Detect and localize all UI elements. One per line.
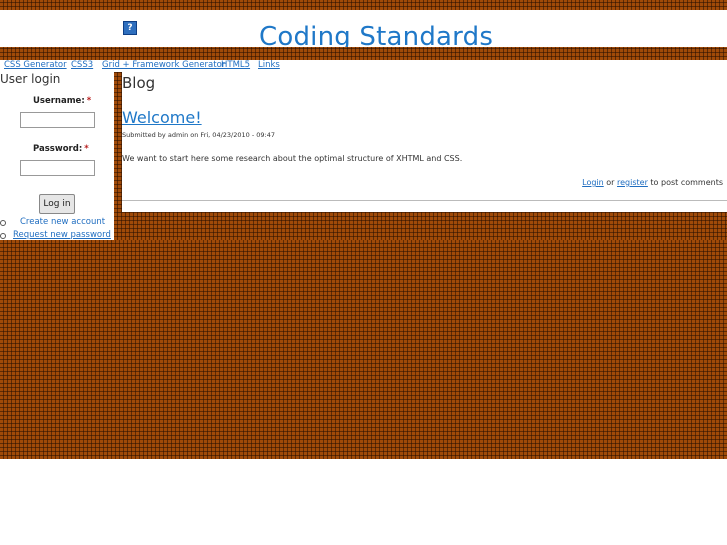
required-marker: *	[84, 144, 89, 154]
post-title-link[interactable]: Welcome!	[122, 108, 202, 127]
nav-item-css-generator[interactable]: CSS Generator	[4, 60, 67, 71]
password-label-text: Password:	[33, 144, 83, 154]
list-bullet	[0, 233, 6, 239]
header: ? Coding Standards	[0, 10, 727, 56]
login-link[interactable]: Login	[582, 178, 604, 187]
main-content: Blog Welcome! Submitted by admin on Fri,…	[122, 72, 727, 212]
login-title: User login	[0, 72, 61, 86]
login-button[interactable]: Log in	[39, 194, 75, 214]
or-text: or	[606, 178, 615, 187]
list-bullet	[0, 220, 6, 226]
post-divider	[122, 200, 727, 201]
user-login-block: User login Username: * Password: * Log in …	[0, 72, 114, 240]
username-label: Username: *	[33, 96, 91, 106]
required-marker: *	[86, 96, 92, 106]
register-link[interactable]: register	[617, 178, 648, 187]
create-account-link[interactable]: Create new account	[20, 217, 105, 227]
help-icon[interactable]: ?	[123, 21, 137, 35]
username-label-text: Username:	[33, 96, 85, 106]
nav-item-css3[interactable]: CSS3	[71, 60, 93, 71]
post-body: We want to start here some research abou…	[122, 154, 463, 163]
bottom-brick-background	[0, 240, 727, 459]
primary-nav: CSS Generator CSS3 Grid + Framework Gene…	[0, 60, 727, 72]
nav-item-html5[interactable]: HTML5	[221, 60, 250, 71]
password-input[interactable]	[20, 160, 95, 176]
password-label: Password: *	[33, 144, 89, 154]
sidebar-brick-divider	[114, 72, 122, 212]
nav-item-grid-framework-generator[interactable]: Grid + Framework Generator	[102, 60, 225, 71]
top-brick-band	[0, 0, 727, 10]
username-input[interactable]	[20, 112, 95, 128]
nav-item-links[interactable]: Links	[258, 60, 280, 71]
post-submitted-info: Submitted by admin on Fri, 04/23/2010 - …	[122, 131, 275, 139]
page-title: Blog	[122, 74, 156, 92]
content-brick-band	[114, 212, 727, 240]
post-comment-links: Login or register to post comments	[582, 178, 723, 187]
comments-suffix: to post comments	[650, 178, 723, 187]
request-password-link[interactable]: Request new password	[13, 230, 111, 240]
nav-brick-band	[0, 47, 727, 60]
